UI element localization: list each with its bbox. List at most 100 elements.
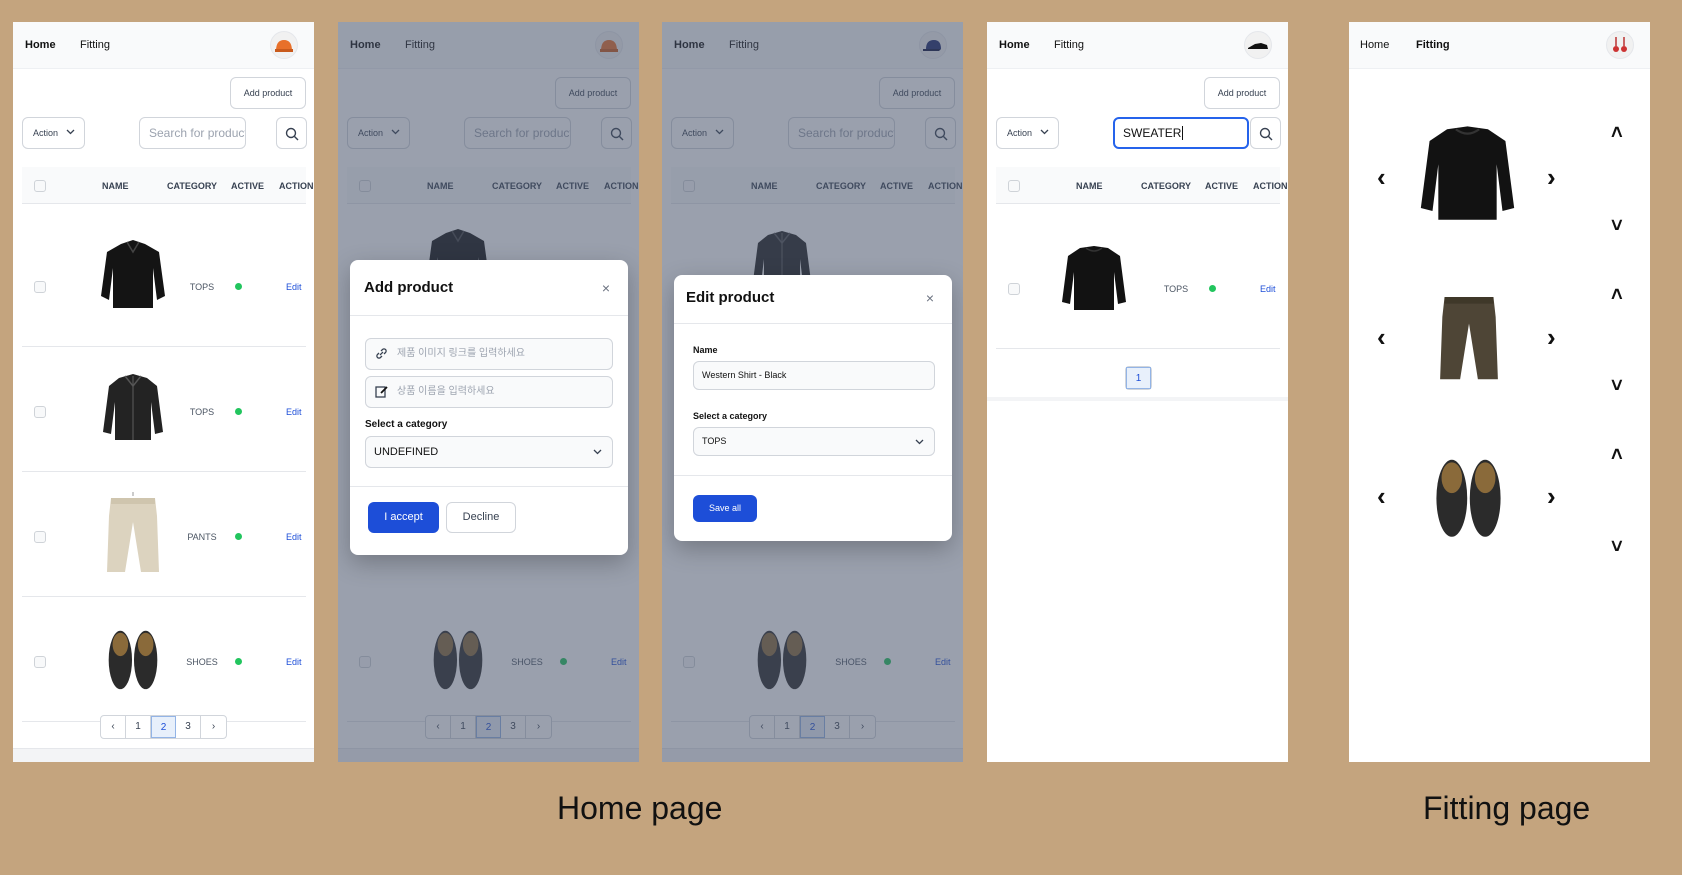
pagination: 1 bbox=[1125, 366, 1152, 390]
table-row: SHOES Edit bbox=[22, 597, 306, 722]
action-dropdown[interactable]: Action bbox=[996, 117, 1059, 149]
header-action: ACTION bbox=[279, 181, 314, 191]
table-row: TOPS Edit bbox=[22, 204, 306, 347]
chevron-down-icon[interactable]: ˅ bbox=[1611, 375, 1623, 398]
product-image bbox=[102, 373, 164, 441]
beanie-icon[interactable] bbox=[270, 31, 298, 59]
search-icon bbox=[285, 127, 299, 141]
link-icon bbox=[376, 348, 387, 359]
home-screen-add-modal: Home Fitting Add product Action Search f… bbox=[338, 22, 639, 762]
name-label: Name bbox=[693, 345, 718, 355]
active-dot bbox=[235, 408, 242, 415]
product-image bbox=[1061, 245, 1127, 311]
product-image bbox=[106, 491, 160, 573]
chevron-down-icon bbox=[593, 449, 602, 455]
footer-strip bbox=[13, 748, 314, 762]
header-name: NAME bbox=[102, 181, 129, 191]
page-prev-button[interactable]: ‹ bbox=[101, 716, 126, 738]
page-button[interactable]: 1 bbox=[126, 716, 151, 738]
product-name-field[interactable]: 상품 이름을 입력하세요 bbox=[365, 376, 613, 408]
table-row: TOPS Edit bbox=[22, 347, 306, 472]
search-input[interactable]: Search for products bbox=[139, 117, 246, 149]
category-label: Select a category bbox=[365, 419, 448, 430]
fitting-screen: Home Fitting ‹ › ‹ › ‹ › ˄ ˅ ˄ ˅ ˄ ˅ bbox=[1349, 22, 1650, 762]
save-all-button[interactable]: Save all bbox=[693, 495, 757, 522]
active-dot bbox=[235, 658, 242, 665]
modal-title: Edit product bbox=[686, 289, 775, 306]
row-checkbox[interactable] bbox=[34, 406, 46, 418]
action-label: Action bbox=[33, 128, 59, 138]
close-icon[interactable]: × bbox=[926, 290, 934, 306]
shoe-icon[interactable] bbox=[1244, 31, 1272, 59]
row-category: SHOES bbox=[186, 657, 218, 667]
row-category: PANTS bbox=[187, 532, 217, 542]
edit-link[interactable]: Edit bbox=[286, 282, 302, 292]
name-field[interactable]: Western Shirt - Black bbox=[693, 361, 935, 390]
chevron-down-icon[interactable]: ˅ bbox=[1611, 536, 1623, 559]
category-select[interactable]: UNDEFINED bbox=[365, 436, 613, 468]
row-category: TOPS bbox=[189, 282, 215, 292]
table-header: NAME CATEGORY ACTIVE ACTION bbox=[996, 167, 1288, 204]
chevron-left-icon[interactable]: ‹ bbox=[1377, 481, 1386, 512]
search-input[interactable]: SWEATER bbox=[1113, 117, 1249, 149]
earring-icon[interactable] bbox=[1606, 31, 1634, 59]
select-all-checkbox[interactable] bbox=[34, 180, 46, 192]
row-category: TOPS bbox=[1163, 284, 1189, 294]
category-label: Select a category bbox=[693, 411, 768, 421]
page-button[interactable]: 3 bbox=[176, 716, 201, 738]
top-nav: Home Fitting bbox=[1349, 22, 1650, 69]
chevron-up-icon[interactable]: ˄ bbox=[1611, 122, 1623, 145]
chevron-left-icon[interactable]: ‹ bbox=[1377, 162, 1386, 193]
chevron-down-icon bbox=[66, 129, 75, 135]
home-screen-list: Home Fitting Add product Action Search f… bbox=[13, 22, 314, 762]
page-button-current[interactable]: 2 bbox=[151, 716, 176, 738]
edit-link[interactable]: Edit bbox=[286, 657, 302, 667]
row-category: TOPS bbox=[189, 407, 215, 417]
action-dropdown[interactable]: Action bbox=[22, 117, 85, 149]
row-checkbox[interactable] bbox=[34, 656, 46, 668]
category-value: UNDEFINED bbox=[374, 446, 439, 458]
chevron-right-icon[interactable]: › bbox=[1547, 481, 1556, 512]
chevron-right-icon[interactable]: › bbox=[1547, 162, 1556, 193]
chevron-up-icon[interactable]: ˄ bbox=[1611, 284, 1623, 307]
row-checkbox[interactable] bbox=[1008, 283, 1020, 295]
nav-home-link[interactable]: Home bbox=[25, 39, 56, 51]
chevron-up-icon[interactable]: ˄ bbox=[1611, 444, 1623, 467]
search-button[interactable] bbox=[1250, 117, 1281, 149]
search-button[interactable] bbox=[276, 117, 307, 149]
page-next-button[interactable]: › bbox=[201, 716, 226, 738]
edit-link[interactable]: Edit bbox=[1260, 284, 1276, 294]
add-product-button[interactable]: Add product bbox=[230, 77, 306, 109]
modal-title: Add product bbox=[364, 279, 454, 296]
search-icon bbox=[1259, 127, 1273, 141]
header-name: NAME bbox=[1076, 181, 1103, 191]
top-item-image bbox=[1419, 125, 1516, 221]
active-dot bbox=[235, 283, 242, 290]
edit-link[interactable]: Edit bbox=[286, 407, 302, 417]
accept-button[interactable]: I accept bbox=[368, 502, 439, 533]
category-select[interactable]: TOPS bbox=[693, 427, 935, 456]
nav-fitting-link[interactable]: Fitting bbox=[1416, 39, 1450, 51]
chevron-down-icon[interactable]: ˅ bbox=[1611, 215, 1623, 238]
nav-home-link[interactable]: Home bbox=[1360, 39, 1389, 51]
home-screen-search: Home Fitting Add product Action SWEATER … bbox=[987, 22, 1288, 762]
add-product-button[interactable]: Add product bbox=[1204, 77, 1280, 109]
nav-fitting-link[interactable]: Fitting bbox=[80, 39, 110, 51]
image-link-field[interactable]: 제품 이미지 링크를 입력하세요 bbox=[365, 338, 613, 370]
chevron-left-icon[interactable]: ‹ bbox=[1377, 322, 1386, 353]
page-button-current[interactable]: 1 bbox=[1126, 367, 1151, 389]
row-checkbox[interactable] bbox=[34, 281, 46, 293]
modal-divider bbox=[674, 323, 952, 324]
chevron-right-icon[interactable]: › bbox=[1547, 322, 1556, 353]
close-icon[interactable]: × bbox=[602, 280, 610, 296]
edit-link[interactable]: Edit bbox=[286, 532, 302, 542]
row-checkbox[interactable] bbox=[34, 531, 46, 543]
header-category: CATEGORY bbox=[1141, 181, 1192, 191]
nav-home-link[interactable]: Home bbox=[999, 39, 1030, 51]
header-active: ACTIVE bbox=[1205, 181, 1239, 191]
home-screen-edit-modal: Home Fitting Add product Action Search f… bbox=[662, 22, 963, 762]
modal-divider bbox=[674, 475, 952, 476]
decline-button[interactable]: Decline bbox=[446, 502, 516, 533]
select-all-checkbox[interactable] bbox=[1008, 180, 1020, 192]
nav-fitting-link[interactable]: Fitting bbox=[1054, 39, 1084, 51]
